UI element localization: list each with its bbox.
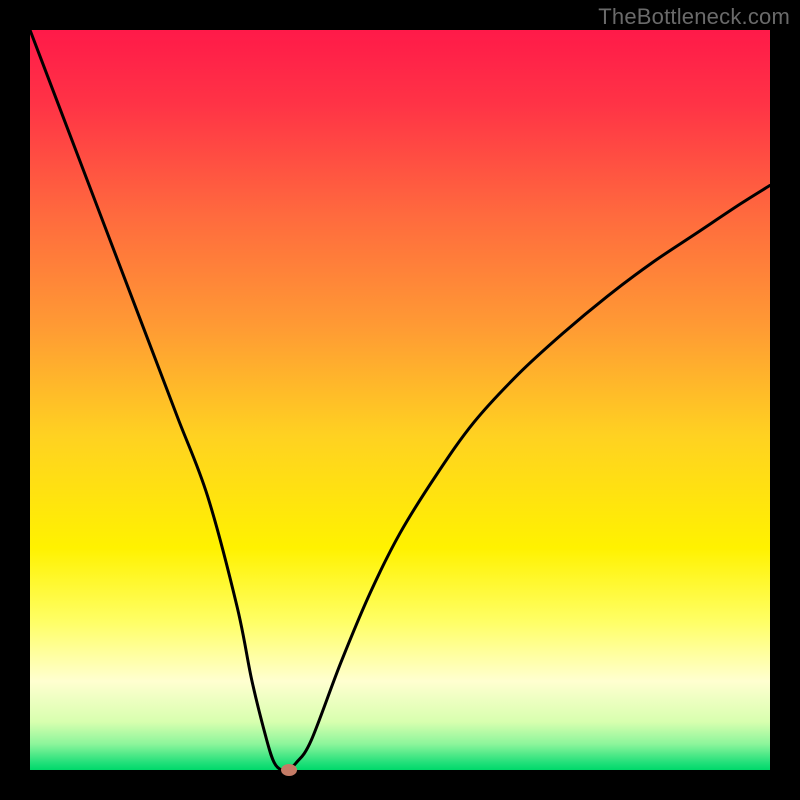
minimum-marker	[281, 764, 297, 776]
bottleneck-chart	[0, 0, 800, 800]
watermark-text: TheBottleneck.com	[598, 4, 790, 30]
plot-background	[30, 30, 770, 770]
